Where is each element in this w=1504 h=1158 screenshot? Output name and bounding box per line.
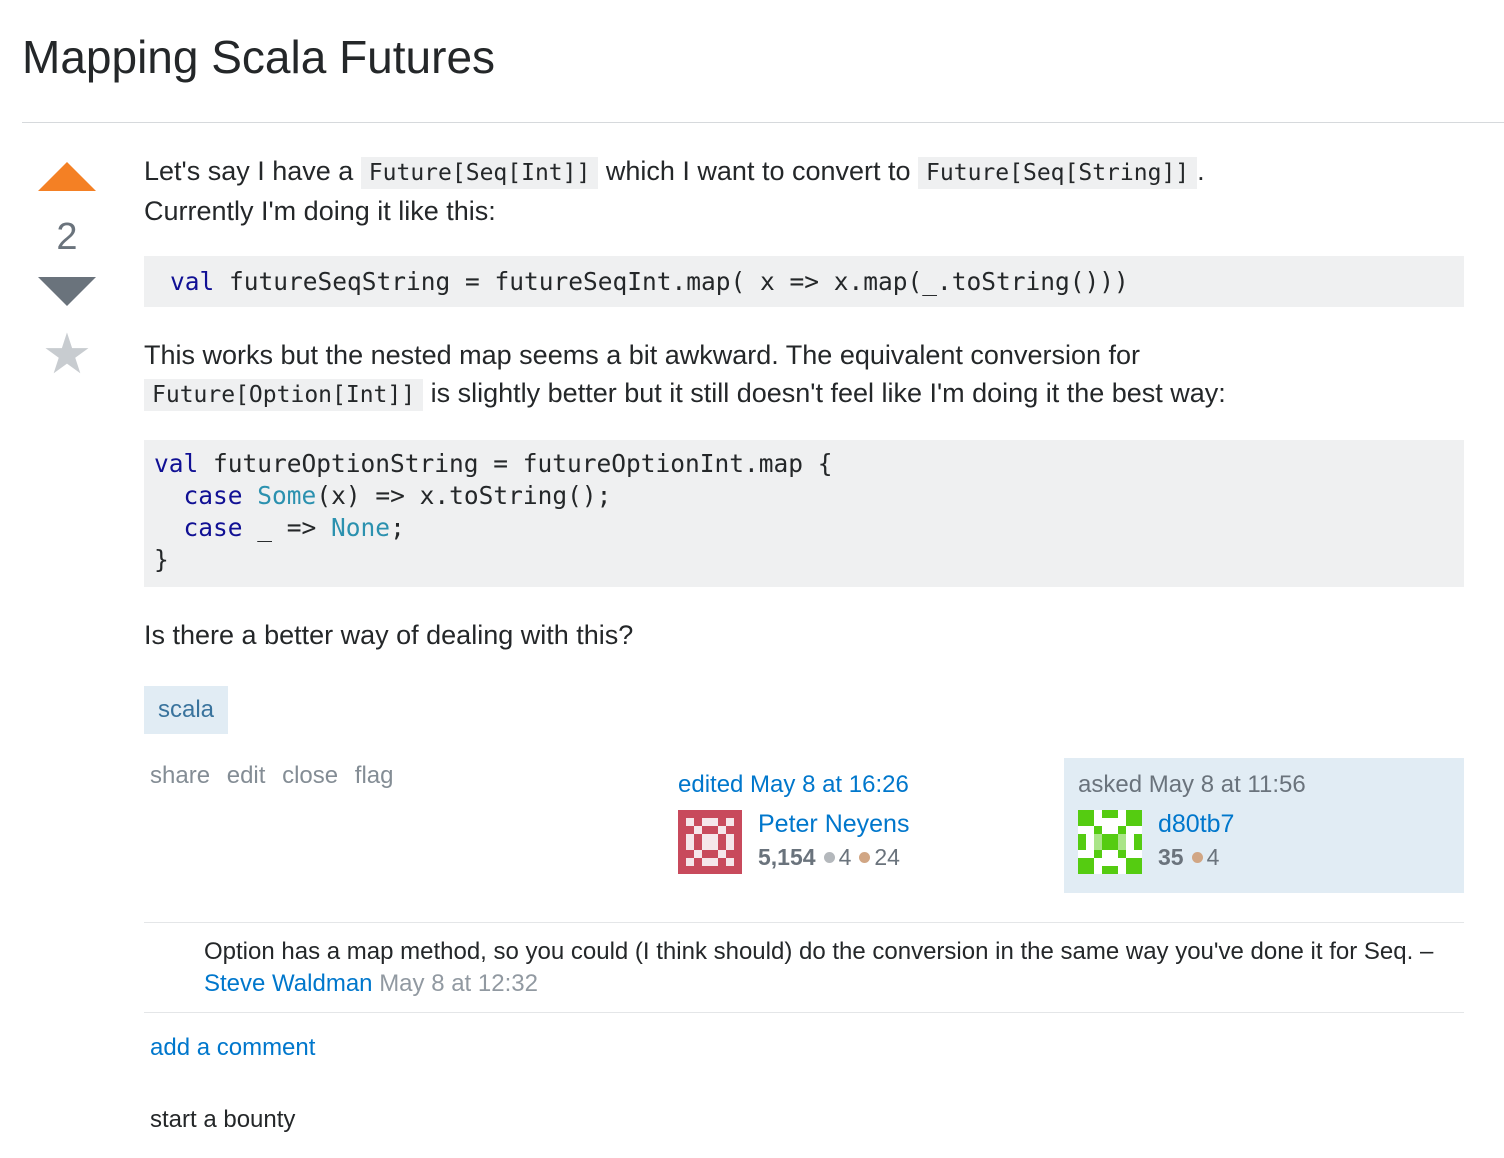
code-block-1: val futureSeqString = futureSeqInt.map( … xyxy=(144,256,1464,307)
code-text: } xyxy=(154,545,169,574)
bronze-badge-count: 4 xyxy=(1206,844,1220,870)
start-bounty-link[interactable]: start a bounty xyxy=(150,1106,295,1134)
editor-avatar[interactable] xyxy=(678,810,742,874)
reputation-score: 5,154 xyxy=(758,844,816,870)
comment-user-link[interactable]: Steve Waldman xyxy=(204,970,373,997)
code-keyword: val xyxy=(170,267,215,296)
owner-reputation: 35 4 xyxy=(1158,844,1219,871)
editor-reputation: 5,154 4 24 xyxy=(758,844,900,871)
editor-user-row: Peter Neyens 5,154 4 24 xyxy=(678,810,978,876)
vote-count: 2 xyxy=(56,216,78,258)
question-title[interactable]: Mapping Scala Futures xyxy=(22,30,495,84)
vote-cell: 2 ★ xyxy=(36,158,98,382)
body-text: Currently I'm doing it like this: xyxy=(144,196,496,226)
close-link[interactable]: close xyxy=(282,762,338,789)
inline-code: Future[Seq[Int]] xyxy=(360,157,599,189)
body-text: which I want to convert to xyxy=(605,156,911,186)
edited-time-link[interactable]: edited May 8 at 16:26 xyxy=(678,770,978,800)
silver-badge-icon xyxy=(823,852,835,864)
owner-avatar[interactable] xyxy=(1078,810,1142,874)
silver-badge-count: 4 xyxy=(838,844,852,870)
comments-divider-top xyxy=(144,922,1464,923)
code-type: Some xyxy=(257,481,317,510)
code-text: ; xyxy=(390,513,405,542)
add-comment-link[interactable]: add a comment xyxy=(150,1034,315,1062)
code-keyword: val xyxy=(154,449,199,478)
code-keyword: case xyxy=(183,481,243,510)
body-text: is slightly better but it still doesn't … xyxy=(430,378,1226,408)
owner-user-row: d80tb7 35 4 xyxy=(1078,810,1306,876)
code-text: _ => xyxy=(242,513,332,542)
owner-name-link[interactable]: d80tb7 xyxy=(1158,810,1234,839)
inline-code: Future[Option[Int]] xyxy=(144,379,424,411)
reputation-score: 35 xyxy=(1158,844,1184,870)
comments-divider-bottom xyxy=(144,1012,1464,1013)
code-type: None xyxy=(331,513,391,542)
post-menu: share edit close flag xyxy=(150,762,404,790)
body-paragraph-3: Is there a better way of dealing with th… xyxy=(144,620,634,650)
inline-code: Future[Seq[String]] xyxy=(918,157,1198,189)
asked-time: asked May 8 at 11:56 xyxy=(1078,771,1306,798)
code-keyword: case xyxy=(183,513,243,542)
body-text: . xyxy=(1197,156,1205,186)
favorite-star-icon[interactable]: ★ xyxy=(36,326,98,382)
code-text: (x) => x.toString(); xyxy=(316,481,612,510)
bronze-badge-icon xyxy=(1191,852,1203,864)
tag-scala[interactable]: scala xyxy=(144,686,229,734)
code-text: futureOptionString = futureOptionInt.map… xyxy=(198,449,833,478)
comment: Option has a map method, so you could (I… xyxy=(204,936,1444,1000)
owner-signature: asked May 8 at 11:56 d80tb7 35 4 xyxy=(1064,758,1464,893)
edit-link[interactable]: edit xyxy=(227,762,266,789)
flag-link[interactable]: flag xyxy=(355,762,394,789)
bronze-badge-icon xyxy=(859,852,871,864)
body-text: Let's say I have a xyxy=(144,156,354,186)
bronze-badge-count: 24 xyxy=(874,844,900,870)
body-text: This works but the nested map seems a bi… xyxy=(144,340,1140,370)
body-paragraph-2: This works but the nested map seems a bi… xyxy=(144,336,1226,414)
upvote-arrow-icon[interactable] xyxy=(38,162,96,191)
code-block-2: val futureOptionString = futureOptionInt… xyxy=(144,440,1464,587)
code-text: futureSeqString = futureSeqInt.map( x =>… xyxy=(214,267,1129,296)
title-divider xyxy=(22,122,1504,123)
comment-date-link[interactable]: May 8 at 12:32 xyxy=(379,970,538,997)
body-paragraph-1: Let's say I have a Future[Seq[Int]] whic… xyxy=(144,152,1205,230)
comment-text: Option has a map method, so you could (I… xyxy=(204,938,1434,965)
editor-signature: edited May 8 at 16:26 Peter Neyens 5,154… xyxy=(678,770,978,876)
downvote-arrow-icon[interactable] xyxy=(38,277,96,306)
editor-name-link[interactable]: Peter Neyens xyxy=(758,810,909,839)
share-link[interactable]: share xyxy=(150,762,210,789)
